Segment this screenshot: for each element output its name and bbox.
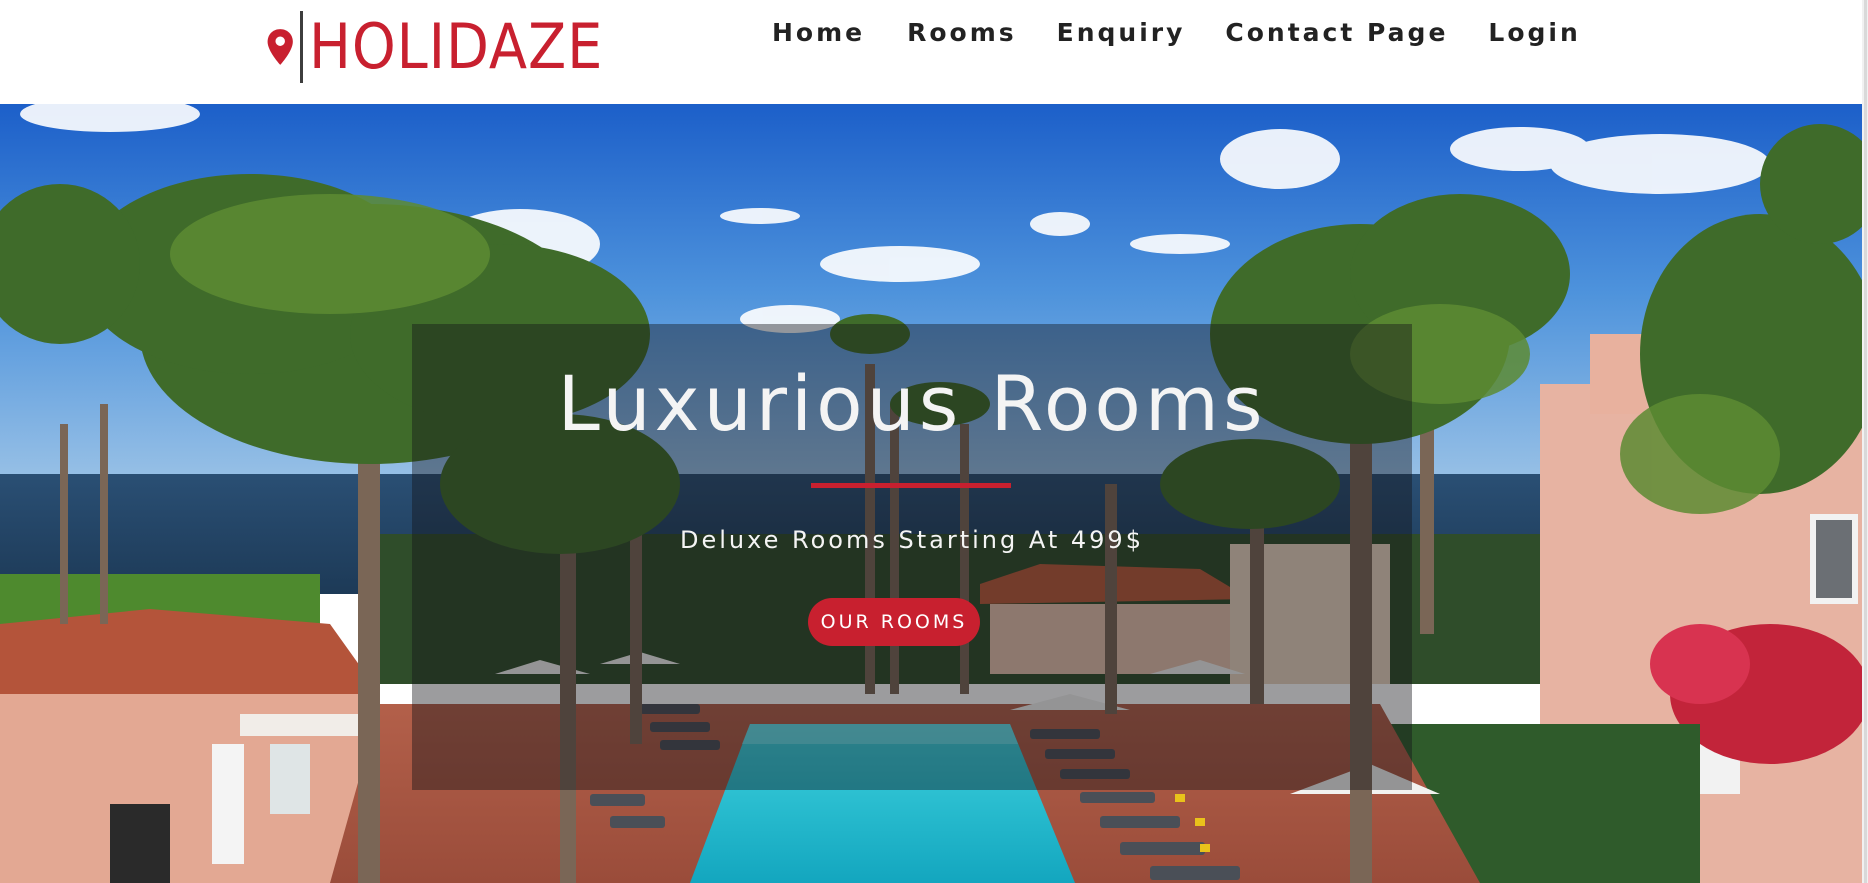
- nav-contact-page[interactable]: Contact Page: [1225, 14, 1448, 52]
- logo-divider: [300, 11, 304, 83]
- main-nav: Home Rooms Enquiry Contact Page Login: [772, 14, 1581, 52]
- nav-home[interactable]: Home: [772, 14, 865, 52]
- map-pin-icon: [267, 29, 293, 65]
- nav-login[interactable]: Login: [1488, 14, 1580, 52]
- site-header: HOLIDAZE Home Rooms Enquiry Contact Page…: [0, 0, 1862, 104]
- hero-section: Luxurious Rooms Deluxe Rooms Starting At…: [0, 104, 1862, 883]
- hero-overlay: Luxurious Rooms Deluxe Rooms Starting At…: [412, 324, 1412, 790]
- nav-rooms[interactable]: Rooms: [907, 14, 1017, 52]
- hero-divider: [811, 483, 1011, 488]
- scrollbar-thumb[interactable]: [1864, 0, 1867, 883]
- our-rooms-button[interactable]: OUR ROOMS: [808, 598, 980, 646]
- scrollbar-track[interactable]: [1862, 0, 1868, 883]
- brand-logo[interactable]: HOLIDAZE: [266, 8, 636, 86]
- nav-enquiry[interactable]: Enquiry: [1057, 14, 1186, 52]
- brand-name: HOLIDAZE: [309, 10, 604, 83]
- hero-title: Luxurious Rooms: [557, 359, 1267, 448]
- hero-subtitle: Deluxe Rooms Starting At 499$: [680, 526, 1144, 554]
